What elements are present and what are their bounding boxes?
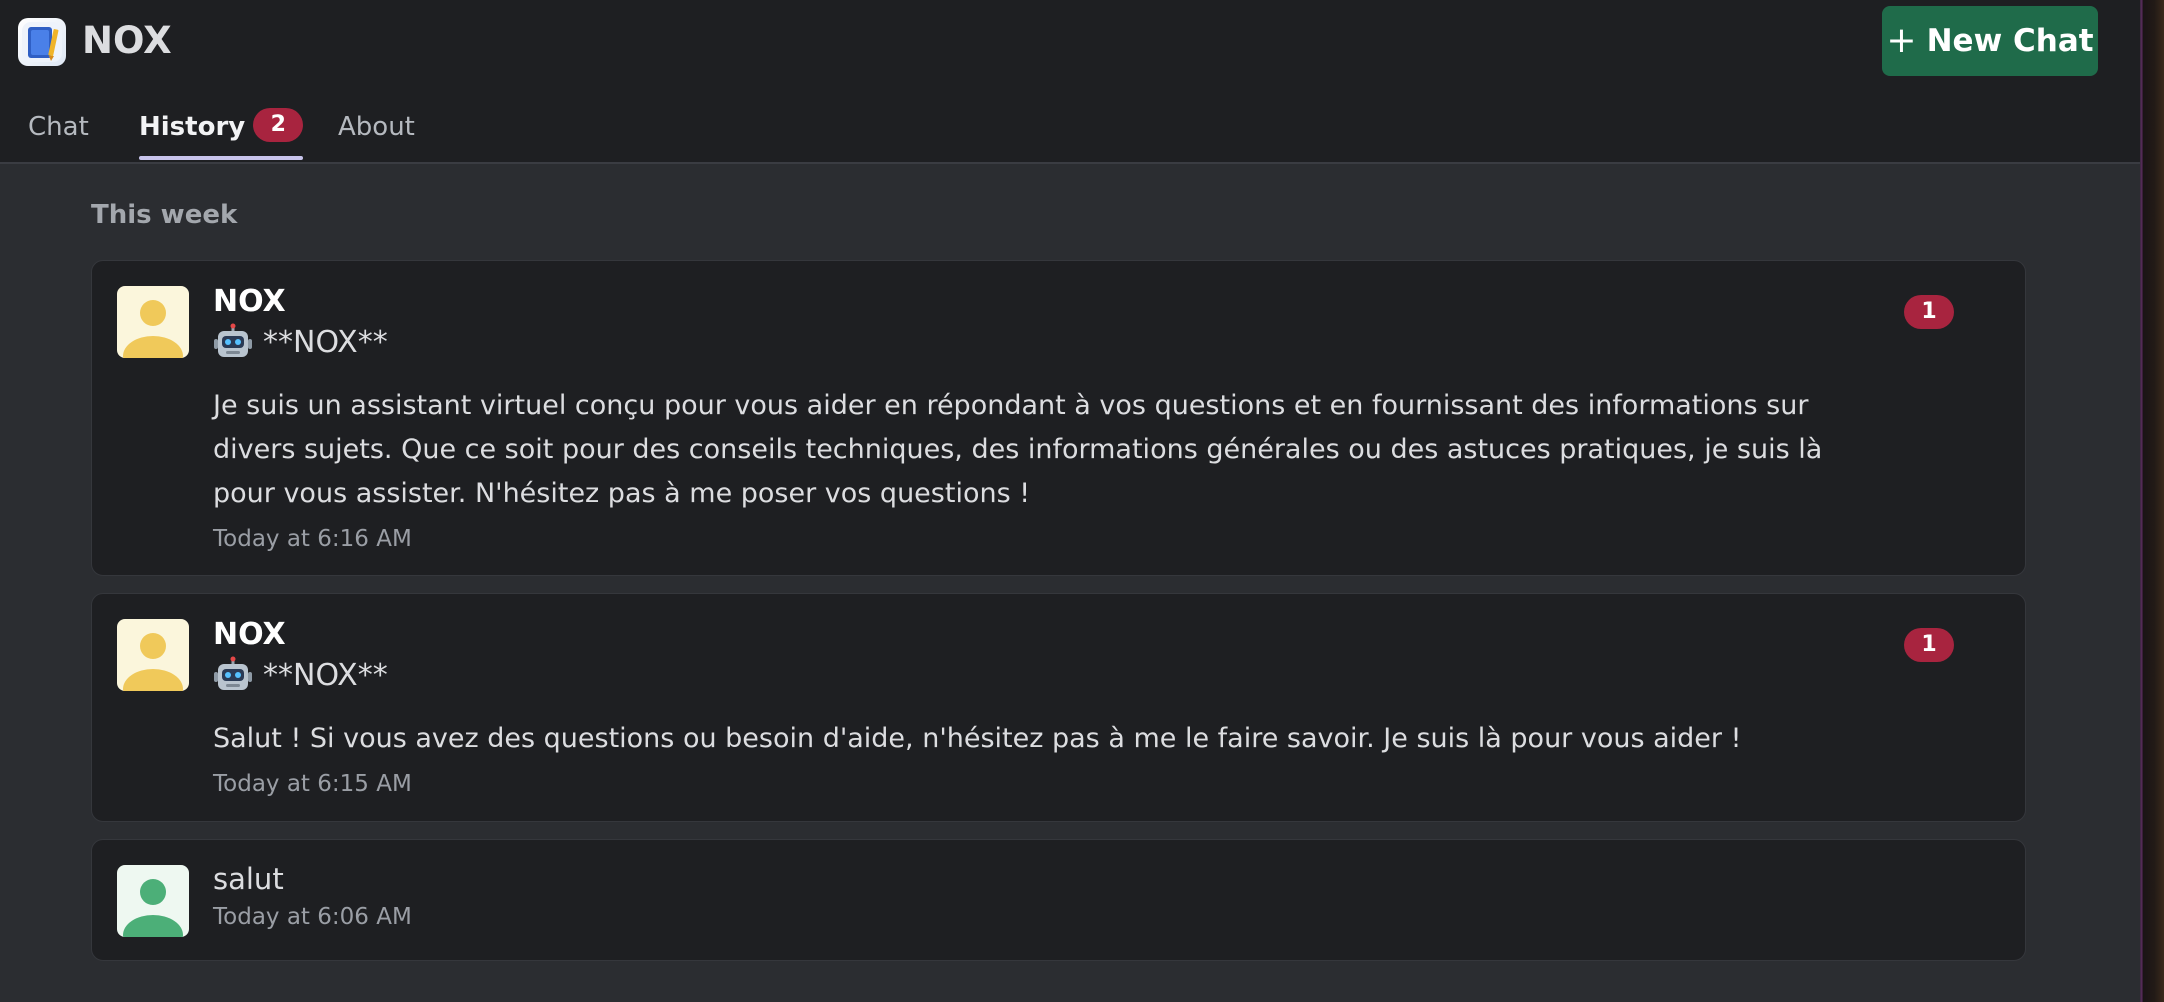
tab-about[interactable]: About [338,100,415,160]
history-item[interactable]: NOX **NOX** Je suis un assistant virtuel… [91,260,2026,576]
tab-chat[interactable]: Chat [28,100,89,160]
message-subtitle: **NOX** [213,323,388,363]
message-text: Salut ! Si vous avez des questions ou be… [213,723,1742,754]
app-title: NOX [82,19,172,62]
avatar [117,619,189,691]
robot-icon [213,323,253,363]
app-logo-icon [18,18,66,66]
new-chat-button[interactable]: + New Chat [1882,6,2098,76]
tab-label: History [139,112,246,142]
plus-icon: + [1886,20,1917,61]
tab-label: Chat [28,112,89,142]
subtitle-text: **NOX** [263,325,388,360]
message-text: Je suis un assistant virtuel conçu pour … [213,390,1823,509]
subtitle-text: **NOX** [263,658,388,693]
avatar [117,286,189,358]
section-title: This week [91,200,238,230]
history-item[interactable]: salut Today at 6:06 AM [91,839,2026,961]
header: NOX + New Chat Chat History 2 About [0,0,2140,164]
timestamp: Today at 6:06 AM [213,904,412,930]
sender-name: NOX [213,284,286,319]
tab-label: About [338,112,415,142]
window-edge [2140,0,2164,1002]
history-item[interactable]: NOX **NOX** Salut ! Si vous avez des que… [91,593,2026,822]
sender-name: NOX [213,617,286,652]
timestamp: Today at 6:16 AM [213,526,412,552]
unread-badge: 1 [1904,295,1954,329]
app-window: NOX + New Chat Chat History 2 About This … [0,0,2140,1002]
message-text: salut [213,862,284,896]
new-chat-label: New Chat [1926,23,2094,59]
robot-icon [213,656,253,696]
message-subtitle: **NOX** [213,656,388,696]
unread-badge: 1 [1904,628,1954,662]
tab-history[interactable]: History 2 [139,100,304,160]
active-tab-indicator [139,156,304,160]
history-count-badge: 2 [253,107,304,142]
avatar [117,865,189,937]
timestamp: Today at 6:15 AM [213,771,412,797]
